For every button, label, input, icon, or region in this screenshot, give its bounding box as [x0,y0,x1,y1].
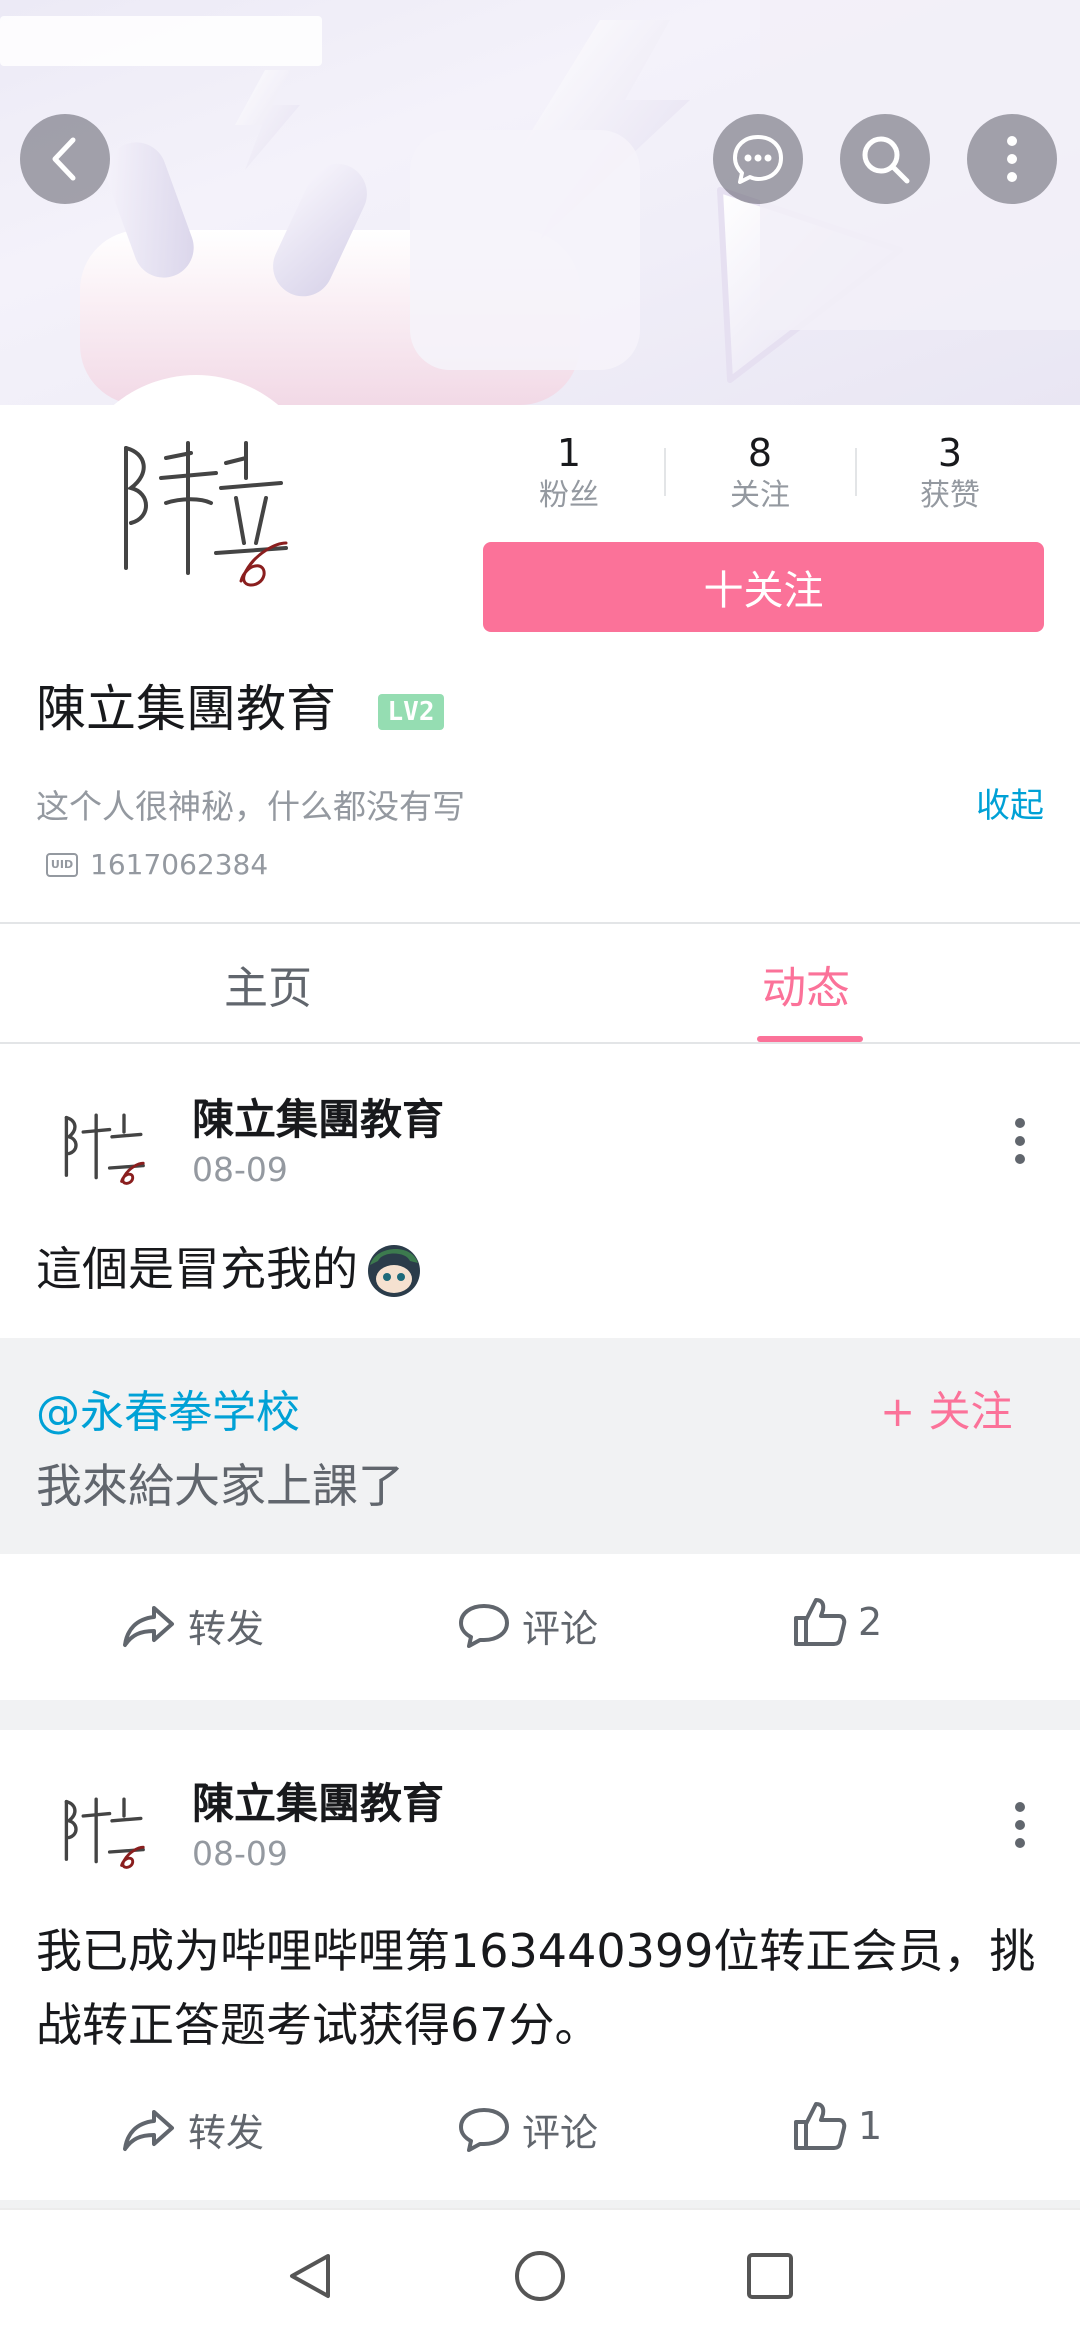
collapse-link[interactable]: 收起 [976,778,1044,827]
share-arrow-icon [123,2109,174,2151]
comment-bubble-icon [459,2107,509,2152]
emoji-sticker-icon [368,1245,420,1297]
profile-avatar[interactable] [68,375,324,631]
post-author[interactable]: 陳立集團教育 [192,1086,444,1147]
stat-fans-value: 1 [556,431,582,475]
nav-back-icon[interactable] [282,2248,338,2304]
comment-label: 评论 [522,2111,599,2155]
more-button[interactable] [967,114,1057,204]
post-text-row: 這個是冒充我的 [36,1232,1046,1306]
divider [0,922,1080,924]
status-bar-blur [0,16,322,66]
post-avatar[interactable] [36,1764,164,1892]
stat-divider [855,448,857,496]
search-icon [862,136,910,184]
repost-label: 转发 [188,2111,265,2155]
back-arrow-icon [52,137,76,181]
nav-recents-icon[interactable] [742,2248,798,2304]
post-text: 這個是冒充我的 [36,1242,358,1296]
more-vertical-icon [1007,136,1017,182]
post-date: 08-09 [192,1834,288,1873]
post-author[interactable]: 陳立集團教育 [192,1770,444,1831]
stat-likes[interactable]: 3 获赞 [880,430,1020,516]
back-button[interactable] [20,114,110,204]
stat-divider [664,448,666,496]
share-arrow-icon [123,1605,174,1647]
stat-following[interactable]: 8 关注 [690,430,830,516]
post-date: 08-09 [192,1150,288,1189]
tab-dynamics[interactable]: 动态 [762,952,850,1016]
quoted-post[interactable] [0,1338,1080,1554]
tab-home[interactable]: 主页 [224,952,312,1016]
post-separator [0,1700,1080,1730]
comment-label: 评论 [522,1607,599,1651]
stat-likes-label: 获赞 [920,478,980,513]
repost-button[interactable]: 转发 [120,1598,264,1653]
quoted-user-link[interactable]: @永春拳学校 [36,1376,300,1440]
search-button[interactable] [840,114,930,204]
nav-home-icon[interactable] [512,2248,568,2304]
chat-bubble-icon [733,135,783,184]
comment-button[interactable]: 评论 [456,2102,598,2157]
post-more-icon[interactable] [1008,1802,1032,1848]
stat-fans-label: 粉丝 [539,478,599,513]
profile-banner [0,0,1080,405]
uid-row[interactable]: UID 1617062384 [46,848,268,881]
comment-bubble-icon [459,1603,509,1648]
like-button[interactable]: 1 [792,2100,882,2152]
like-button[interactable]: 2 [792,1596,882,1648]
profile-name: 陳立集團教育 [36,680,336,738]
repost-label: 转发 [188,1607,265,1651]
avatar-logo-image [64,1113,145,1185]
repost-button[interactable]: 转发 [120,2102,264,2157]
avatar-logo-image [124,441,288,587]
stat-fans[interactable]: 1 粉丝 [499,430,639,516]
post-text: 我已成为哔哩哔哩第163440399位转正会员，挑战转正答题考试获得67分。 [36,1924,1036,2052]
post-avatar[interactable] [36,1080,164,1208]
thumbs-up-icon [794,1598,847,1646]
comment-button[interactable]: 评论 [456,1598,598,1653]
like-count: 2 [858,1600,883,1644]
divider [0,1042,1080,1044]
follow-button[interactable]: 十关注 [483,542,1044,632]
post-more-icon[interactable] [1008,1118,1032,1164]
uid-value: 1617062384 [90,848,269,881]
message-button[interactable] [713,114,803,204]
thumbs-up-icon [794,2102,847,2150]
profile-bio: 这个人很神秘，什么都没有写 [36,787,465,826]
stat-likes-value: 3 [937,431,963,475]
like-count: 1 [858,2104,883,2148]
quoted-follow-button[interactable]: + 关注 [880,1378,1013,1439]
level-badge: LV2 [378,694,444,730]
quoted-text: 我來給大家上課了 [36,1459,404,1513]
uid-icon: UID [46,852,78,877]
avatar-logo-image [64,1797,145,1869]
stat-following-value: 8 [747,431,773,475]
stat-following-label: 关注 [730,478,790,513]
system-navigation-bar [0,2208,1080,2342]
